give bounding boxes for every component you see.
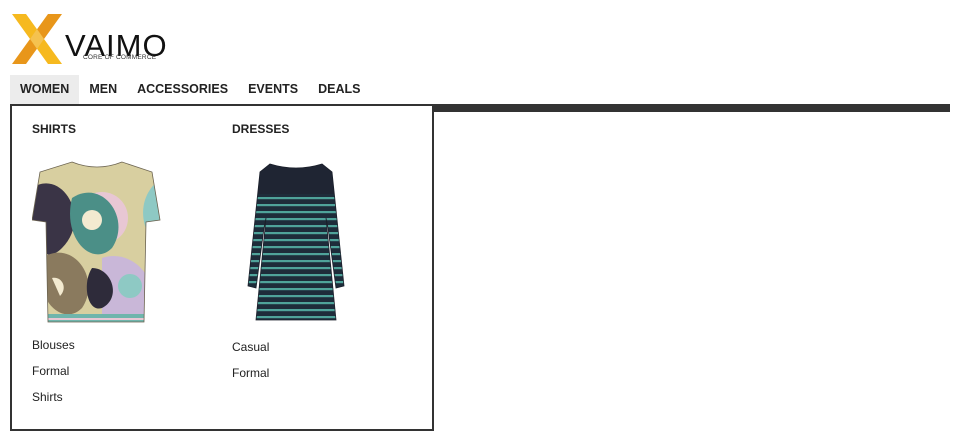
nav-item-accessories[interactable]: ACCESSORIES xyxy=(127,75,238,104)
nav-item-events[interactable]: EVENTS xyxy=(238,75,308,104)
menu-link-formal-shirts[interactable]: Formal xyxy=(32,364,212,390)
striped-dress-image[interactable] xyxy=(232,158,362,328)
menu-column-shirts: SHIRTS Blouses Formal Shirts xyxy=(32,122,212,404)
vaimo-x-mark-icon xyxy=(12,14,62,64)
menu-link-shirts[interactable]: Shirts xyxy=(32,390,212,416)
vaimo-logo[interactable]: VAIMO CORE OF COMMERCE xyxy=(10,12,170,66)
navigation-bar-underline xyxy=(432,104,950,112)
menu-link-formal-dresses[interactable]: Formal xyxy=(232,366,412,392)
nav-item-men[interactable]: MEN xyxy=(79,75,127,104)
nav-item-deals[interactable]: DEALS xyxy=(308,75,370,104)
menu-heading-dresses[interactable]: DRESSES xyxy=(232,122,412,136)
patterned-shirt-image[interactable] xyxy=(32,158,162,328)
menu-link-casual[interactable]: Casual xyxy=(232,340,412,366)
menu-column-dresses: DRESSES Casual Formal xyxy=(232,122,412,380)
menu-link-blouses[interactable]: Blouses xyxy=(32,338,212,364)
main-navigation: WOMEN MEN ACCESSORIES EVENTS DEALS xyxy=(10,75,370,104)
women-dropdown-menu: SHIRTS Blouses Formal Shirts DRESSES Cas… xyxy=(10,104,434,431)
logo-tagline: CORE OF COMMERCE xyxy=(83,54,157,61)
shirts-link-list: Blouses Formal Shirts xyxy=(32,338,212,416)
nav-item-women[interactable]: WOMEN xyxy=(10,75,80,104)
menu-heading-shirts[interactable]: SHIRTS xyxy=(32,122,212,136)
dresses-link-list: Casual Formal xyxy=(232,340,412,392)
